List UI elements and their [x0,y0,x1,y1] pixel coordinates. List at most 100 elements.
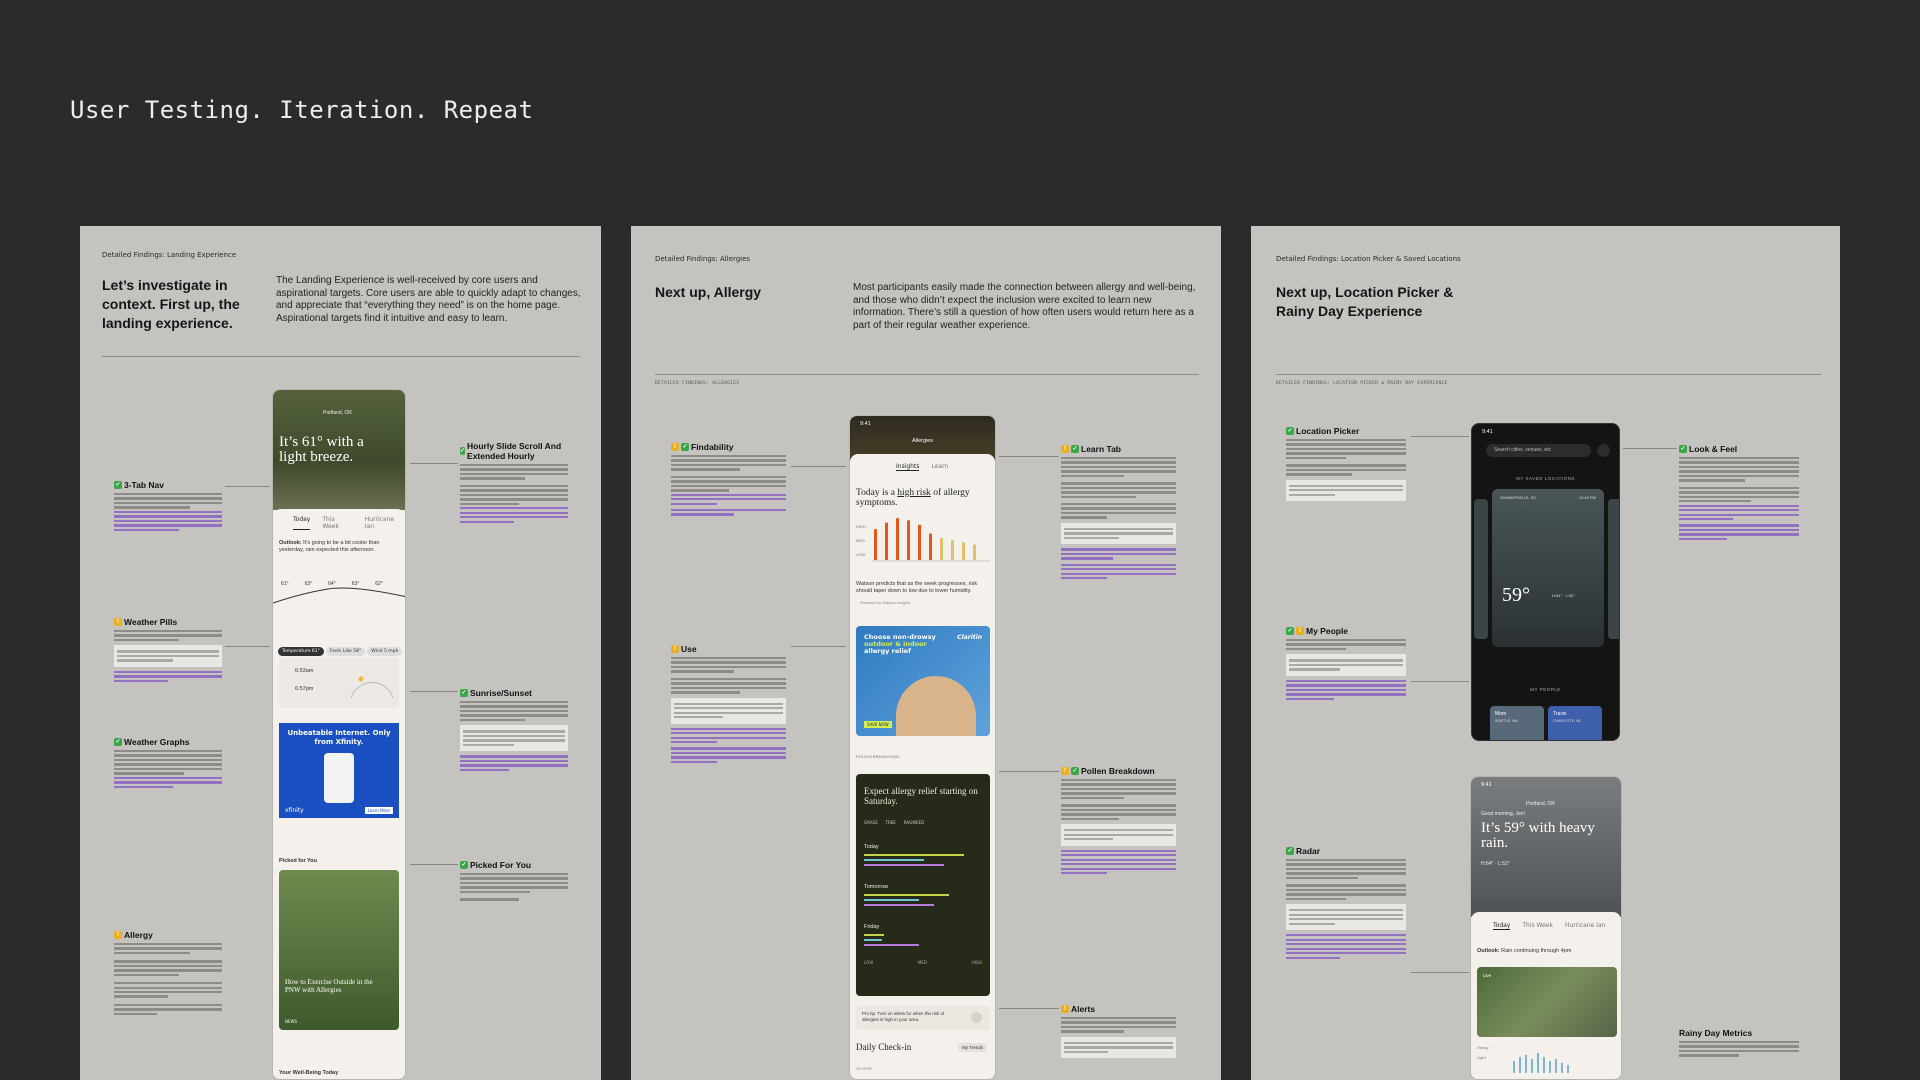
daily-checkin-title: Daily Check-in [856,1042,912,1052]
note-rainy-day-metrics: Rainy Day Metrics [1679,1028,1799,1059]
radar-map[interactable]: Live [1477,967,1617,1037]
board-allergies: Detailed Findings: Allergies Next up, Al… [631,226,1221,1080]
location-search-input[interactable]: Search cities, venues, etc [1486,444,1591,457]
board-title: Next up, Location Picker & Rainy Day Exp… [1276,284,1454,319]
allergy-bar [962,542,965,560]
weather-pills: Temperature 61° Feels Like 58° Wind 5 mph [278,637,404,656]
rain-axis: Heavy Light [1477,1045,1489,1060]
person-card-mom[interactable]: Mom SEATTLE, WA [1490,706,1544,740]
claritin-ad[interactable]: Choose non-drowsy outdoor & indoor allergy… [856,626,990,736]
article-card[interactable]: How to Exercise Outside in the PNW with … [279,870,399,1030]
router-image [324,753,354,803]
warning-icon: ! [114,618,122,626]
legend-ragweed: RAGWEED [903,820,925,825]
tab-this-week[interactable]: This Week [1522,922,1553,930]
check-icon: ✓ [1286,847,1294,855]
landing-phone-mockup: Portland, OR It’s 61° with a light breez… [272,389,406,1080]
pollen-breakdown-label: POLLEN BREAKDOWN [856,754,900,759]
saved-location-card[interactable]: SUMMERVILLE, SC 12:45 PM 59° H:64° · L:5… [1492,489,1604,647]
check-icon: ✓ [1286,627,1294,635]
status-time: 9:41 [1482,429,1493,435]
warning-icon: ! [1061,445,1069,453]
pollen-breakdown-card[interactable]: Expect allergy relief starting on Saturd… [856,774,990,996]
note-location-picker: ✓ Location Picker [1286,426,1406,505]
outlook-text: Outlook: It’s going to be a bit cooler t… [279,540,380,553]
warning-icon: ! [671,443,679,451]
check-icon: ✓ [460,861,468,869]
note-weather-graphs: ✓ Weather Graphs [114,737,222,790]
allergy-phone-mockup: 9:41 Allergies Insights Learn Today is a… [849,415,996,1080]
board-description: Most participants easily made the connec… [853,282,1196,331]
city-label[interactable]: Portland, OR [323,410,352,416]
board-breadcrumb: Detailed Findings: Landing Experience [102,251,237,259]
powered-by: Powered by Watson Insights [860,600,911,605]
alert-tip[interactable]: Pro tip: Turn on alerts for when the ris… [856,1006,990,1030]
tab-hurricane[interactable]: Hurricane Ian [1565,922,1605,930]
forecast-text: Watson predicts that as the week progres… [856,581,978,594]
allergy-tabs: Insights Learn [896,463,948,471]
city-label[interactable]: Portland, OR [1526,801,1555,807]
note-use: ! Use [671,644,786,765]
check-icon: ✓ [1071,445,1079,453]
note-learn-tab: ! ✓ Learn Tab [1061,444,1176,582]
tab-today[interactable]: Today [1493,922,1511,930]
allergy-headline: Today is a high risk of allergy symptoms… [856,488,970,508]
warning-icon: ! [114,931,122,939]
xfinity-ad[interactable]: Unbeatable Internet. Only from Xfinity. … [279,723,399,818]
sunset-time: 6:57pm [295,686,314,692]
rain-intensity-chart[interactable] [1511,1045,1611,1075]
allergy-bar [907,520,910,560]
day-today: Today [864,844,879,850]
note-allergy: ! Allergy [114,930,222,1017]
pollen-axis: LOW MED HIGH [864,960,982,965]
check-icon: ✓ [1071,767,1079,775]
note-weather-pills: ! Weather Pills [114,617,222,684]
check-icon: ✓ [1679,445,1687,453]
ad-brand: Claritin [957,634,982,641]
legend-tree: TREE [885,820,896,825]
tab-today[interactable]: Today [293,516,311,530]
person-card-travis[interactable]: Travis CHARLOTTE, NC [1548,706,1602,740]
divider [1276,374,1821,375]
my-trends-button[interactable]: My Trends [957,1043,987,1052]
pill-feels-like[interactable]: Feels Like 58° [325,647,366,656]
check-icon: ✓ [114,738,122,746]
card-hilo: H:64° · L:52° [1552,593,1575,598]
note-my-people: ✓! My People [1286,626,1406,702]
allergy-bar [973,544,976,560]
ad-cta-button[interactable]: Learn More [364,807,393,814]
warning-icon: ! [671,645,679,653]
tab-insights[interactable]: Insights [896,463,920,471]
sunrise-time: 6:53am [295,668,314,674]
tab-learn[interactable]: Learn [931,463,948,471]
search-placeholder: Search cities, venues, etc [1494,447,1551,453]
bell-icon[interactable] [971,1012,982,1023]
ad-cta-button[interactable]: SAVE NOW [864,721,892,728]
allergy-bar [885,522,888,560]
board-landing-experience: Detailed Findings: Landing Experience Le… [80,226,601,1080]
article-title: How to Exercise Outside in the PNW with … [285,978,373,994]
tab-this-week[interactable]: This Week [322,516,352,530]
sunrise-sunset-card: 6:53am 6:57pm [279,658,399,708]
rainy-day-phone: 9:41 Good morning, Jen! Portland, OR It’… [1470,776,1622,1080]
pill-temperature[interactable]: Temperature 61° [278,647,324,656]
check-icon: ✓ [460,447,466,455]
screen-title[interactable]: Allergies [850,438,995,444]
menu-icon[interactable] [1597,444,1610,457]
tip-text: Pro tip: Turn on alerts for when the ris… [862,1011,945,1022]
severe-label: SEVERE [856,1066,873,1071]
ad-title: Unbeatable Internet. Only from Xfinity. [287,729,391,746]
check-icon: ✓ [460,689,468,697]
tab-hurricane[interactable]: Hurricane Ian [365,516,405,530]
allergy-bar [940,538,943,560]
day-friday: Friday [864,924,880,930]
ad-photo [896,676,976,736]
check-icon: ✓ [681,443,689,451]
allergy-risk-chart[interactable] [872,516,990,568]
greeting: Good morning, Jen! [1481,811,1525,817]
allergy-bar [874,529,877,560]
hero-headline: It’s 59° with heavy rain. [1481,820,1595,851]
pill-wind[interactable]: Wind 5 mph [367,647,403,656]
board-breadcrumb: Detailed Findings: Allergies [655,255,751,263]
tab-nav: Today This Week Hurricane Ian [293,516,405,530]
